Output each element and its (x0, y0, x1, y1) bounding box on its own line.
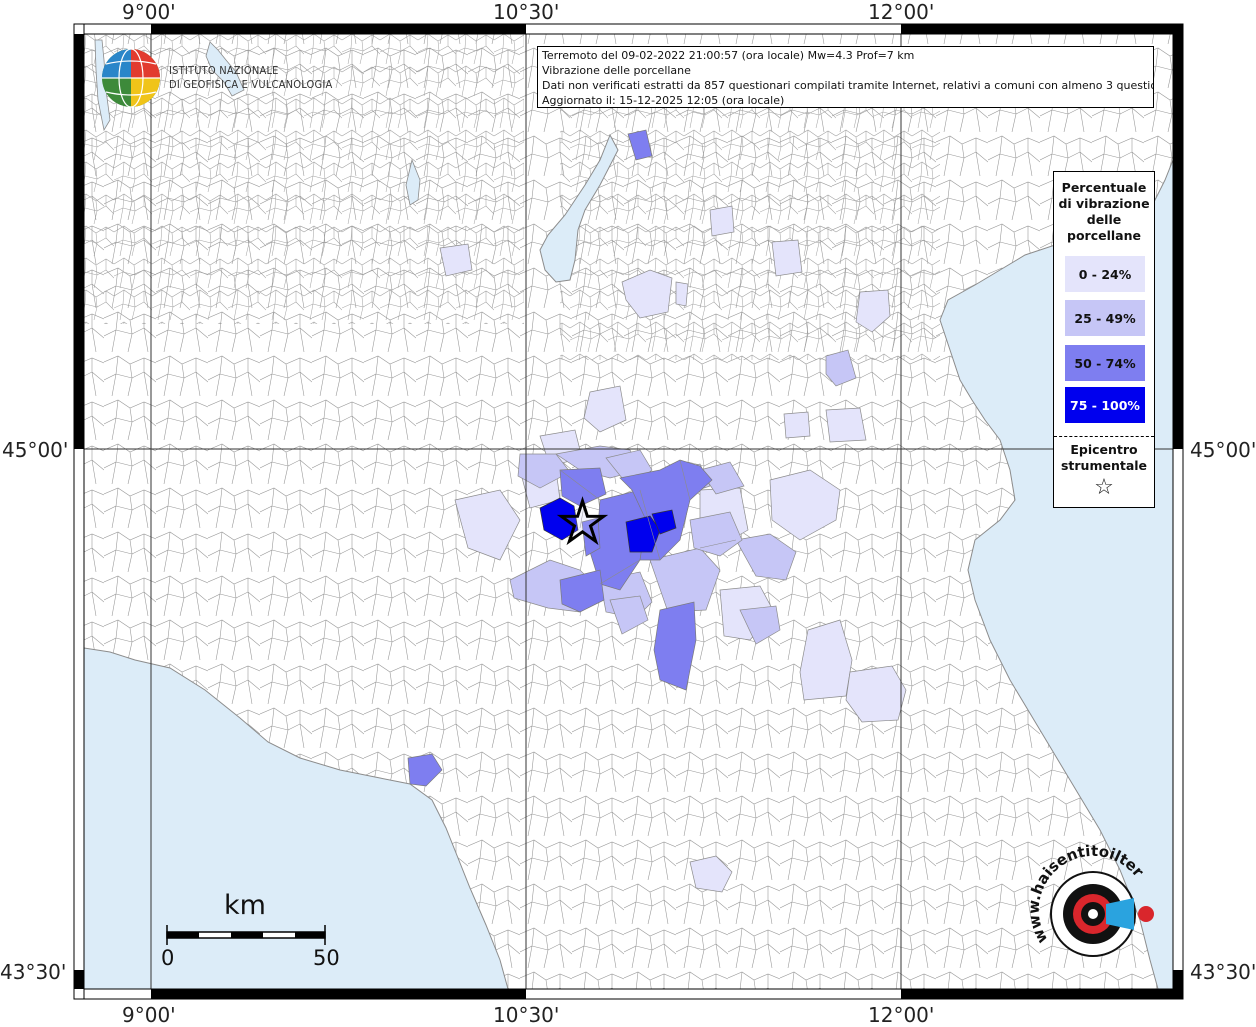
bottom-lon-label: 12°00' (868, 1003, 935, 1027)
right-lat-label: 45°00' (1190, 438, 1256, 462)
legend-item-50-74: 50 - 74% (1065, 345, 1145, 381)
legend-divider (1054, 436, 1154, 437)
legend-title-line: porcellane (1067, 228, 1141, 243)
info-event-line: Terremoto del 09-02-2022 21:00:57 (ora l… (542, 49, 915, 62)
legend: Percentuale di vibrazione delle porcella… (1053, 171, 1155, 508)
legend-title-line: di vibrazione (1058, 196, 1150, 211)
left-lat-label: 45°00' (2, 438, 69, 462)
ingv-logo-icon (102, 48, 160, 108)
scale-start-label: 0 (161, 946, 175, 970)
legend-epicenter-label: Epicentro strumentale (1054, 442, 1154, 474)
legend-star-icon: ☆ (1094, 475, 1114, 500)
info-data-note-line: Dati non verificati estratti da 857 ques… (542, 79, 1154, 92)
bottom-lon-label: 9°00' (122, 1003, 176, 1027)
intensity-map: www.haisentitoilterremoto.it (0, 0, 1184, 1000)
earthquake-info-box: Terremoto del 09-02-2022 21:00:57 (ora l… (537, 46, 1154, 108)
ingv-name-line1: ISTITUTO NAZIONALE (169, 64, 279, 77)
legend-item-0-24: 0 - 24% (1065, 256, 1145, 292)
legend-epicenter-line: strumentale (1060, 458, 1148, 473)
right-lat-label: 43°30' (1190, 960, 1256, 984)
info-updated-line: Aggiornato il: 15-12-2025 12:05 (ora loc… (542, 94, 785, 107)
legend-epicenter-line: Epicentro (1070, 442, 1138, 457)
scale-end-label: 50 (313, 946, 340, 970)
legend-title: Percentuale di vibrazione delle porcella… (1054, 180, 1154, 244)
left-lat-label: 43°30' (0, 960, 67, 984)
legend-title-line: delle (1086, 212, 1122, 227)
legend-title-line: Percentuale (1061, 180, 1147, 195)
info-variable-line: Vibrazione delle porcellane (542, 64, 691, 77)
ingv-name-line2: DI GEOFISICA E VULCANOLOGIA (169, 78, 333, 91)
top-lon-label: 9°00' (122, 0, 176, 24)
legend-item-25-49: 25 - 49% (1065, 300, 1145, 336)
top-lon-label: 12°00' (868, 0, 935, 24)
top-lon-label: 10°30' (493, 0, 560, 24)
bottom-lon-label: 10°30' (493, 1003, 560, 1027)
legend-item-75-100: 75 - 100% (1065, 387, 1145, 423)
scale-unit-label: km (224, 890, 266, 921)
